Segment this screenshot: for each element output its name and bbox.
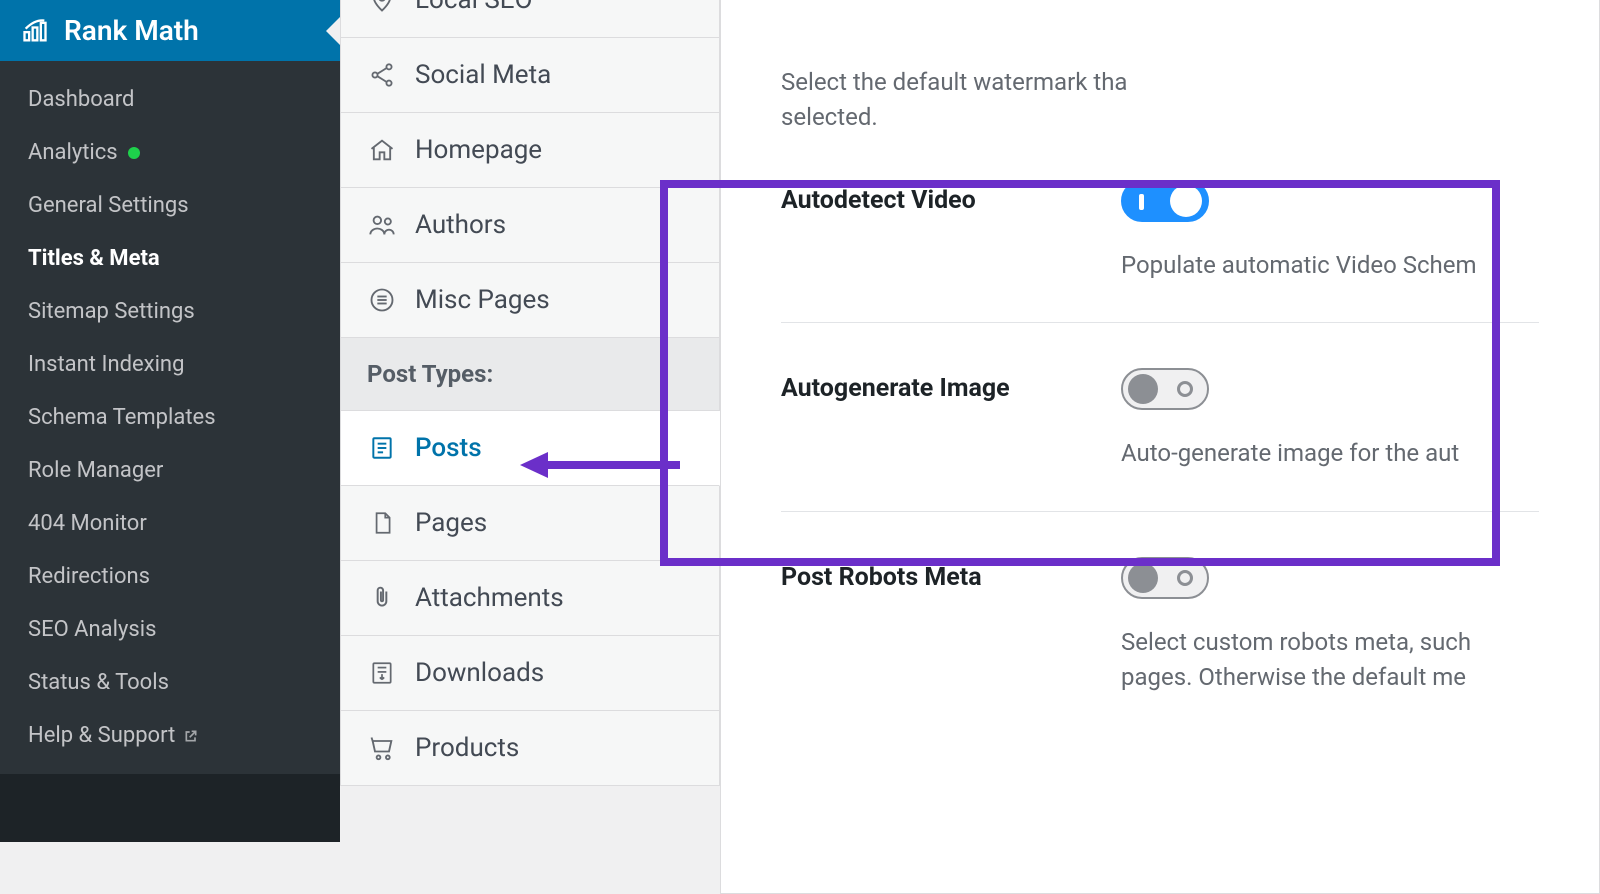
setting-help-text: Select custom robots meta, suchpages. Ot… [1121, 625, 1539, 695]
tab-label: Social Meta [415, 60, 551, 90]
sidebar-item-label: 404 Monitor [28, 511, 147, 536]
tab-pages[interactable]: Pages [340, 486, 720, 561]
external-link-icon [183, 728, 199, 744]
sidebar-item-label: Redirections [28, 564, 150, 589]
sidebar-header-rank-math[interactable]: Rank Math [0, 0, 340, 61]
setting-row-robots: Post Robots Meta Select custom robots met… [781, 512, 1539, 715]
sidebar-item-label: Sitemap Settings [28, 299, 195, 324]
sidebar-item-seo-analysis[interactable]: SEO Analysis [0, 603, 340, 656]
setting-body: Populate automatic Video Schem [1121, 180, 1539, 283]
sidebar-item-help-support[interactable]: Help & Support [0, 709, 340, 762]
tab-products[interactable]: Products [340, 711, 720, 786]
tab-label: Products [415, 733, 519, 763]
tab-local-seo[interactable]: Local SEO [340, 0, 720, 38]
list-icon [367, 285, 397, 315]
setting-label: Autodetect Video [781, 180, 1081, 215]
setting-label: Autogenerate Image [781, 368, 1081, 403]
tab-label: Downloads [415, 658, 544, 688]
settings-tabs: Local SEO Social Meta Homepage Authors Misc … [340, 0, 720, 862]
cart-icon [367, 733, 397, 763]
toggle-robots[interactable] [1121, 557, 1209, 599]
toggle-autogen[interactable] [1121, 368, 1209, 410]
sidebar-item-label: Instant Indexing [28, 352, 184, 377]
setting-row-autogen: Autogenerate Image Auto-generate image fo… [781, 323, 1539, 491]
sidebar-item-label: Role Manager [28, 458, 163, 483]
tab-misc-pages[interactable]: Misc Pages [340, 263, 720, 338]
users-icon [367, 210, 397, 240]
setting-label: Post Robots Meta [781, 557, 1081, 592]
admin-sidebar: Rank Math Dashboard Analytics General Sett… [0, 0, 340, 842]
sidebar-item-status-tools[interactable]: Status & Tools [0, 656, 340, 709]
sidebar-item-sitemap-settings[interactable]: Sitemap Settings [0, 285, 340, 338]
tab-label: Local SEO [415, 0, 532, 15]
tab-attachments[interactable]: Attachments [340, 561, 720, 636]
download-icon [367, 658, 397, 688]
tab-downloads[interactable]: Downloads [340, 636, 720, 711]
tab-label: Homepage [415, 135, 542, 165]
sidebar-item-label: Help & Support [28, 723, 175, 748]
sidebar-item-role-manager[interactable]: Role Manager [0, 444, 340, 497]
rank-math-logo-icon [20, 16, 50, 46]
sidebar-item-dashboard[interactable]: Dashboard [0, 73, 340, 126]
sidebar-submenu: Dashboard Analytics General Settings Titles… [0, 61, 340, 774]
tab-section-post-types: Post Types: [340, 338, 720, 411]
sidebar-item-titles-meta[interactable]: Titles & Meta [0, 232, 340, 285]
pin-icon [367, 0, 397, 15]
sidebar-item-redirections[interactable]: Redirections [0, 550, 340, 603]
sidebar-item-analytics[interactable]: Analytics [0, 126, 340, 179]
setting-help-text: Auto-generate image for the aut [1121, 436, 1539, 471]
setting-body: Auto-generate image for the aut [1121, 368, 1539, 471]
tab-label: Posts [415, 433, 482, 463]
sidebar-item-general-settings[interactable]: General Settings [0, 179, 340, 232]
watermark-help-text: Select the default watermark tha selecte… [781, 65, 1539, 135]
sidebar-item-label: Titles & Meta [28, 246, 160, 271]
setting-row-autodetect: Autodetect Video Populate automatic Video… [781, 135, 1539, 303]
sidebar-item-label: Status & Tools [28, 670, 169, 695]
sidebar-header-label: Rank Math [64, 14, 199, 47]
clip-icon [367, 583, 397, 613]
setting-help-text: Populate automatic Video Schem [1121, 248, 1539, 283]
sidebar-item-label: Analytics [28, 140, 118, 165]
tab-label: Authors [415, 210, 506, 240]
sidebar-item-label: SEO Analysis [28, 617, 156, 642]
settings-panel: Select the default watermark tha selecte… [720, 0, 1600, 894]
sidebar-item-schema-templates[interactable]: Schema Templates [0, 391, 340, 444]
setting-body: Select custom robots meta, suchpages. Ot… [1121, 557, 1539, 695]
page-icon [367, 508, 397, 538]
sidebar-item-label: General Settings [28, 193, 189, 218]
tab-homepage[interactable]: Homepage [340, 113, 720, 188]
share-icon [367, 60, 397, 90]
tab-label: Misc Pages [415, 285, 550, 315]
sidebar-item-label: Dashboard [28, 87, 134, 112]
tab-label: Pages [415, 508, 487, 538]
sidebar-item-404-monitor[interactable]: 404 Monitor [0, 497, 340, 550]
tab-posts[interactable]: Posts [340, 411, 720, 486]
tab-social-meta[interactable]: Social Meta [340, 38, 720, 113]
sidebar-item-instant-indexing[interactable]: Instant Indexing [0, 338, 340, 391]
status-dot-icon [128, 147, 140, 159]
tab-label: Attachments [415, 583, 564, 613]
home-icon [367, 135, 397, 165]
toggle-autodetect[interactable] [1121, 180, 1209, 222]
post-icon [367, 433, 397, 463]
sidebar-item-label: Schema Templates [28, 405, 216, 430]
tab-authors[interactable]: Authors [340, 188, 720, 263]
